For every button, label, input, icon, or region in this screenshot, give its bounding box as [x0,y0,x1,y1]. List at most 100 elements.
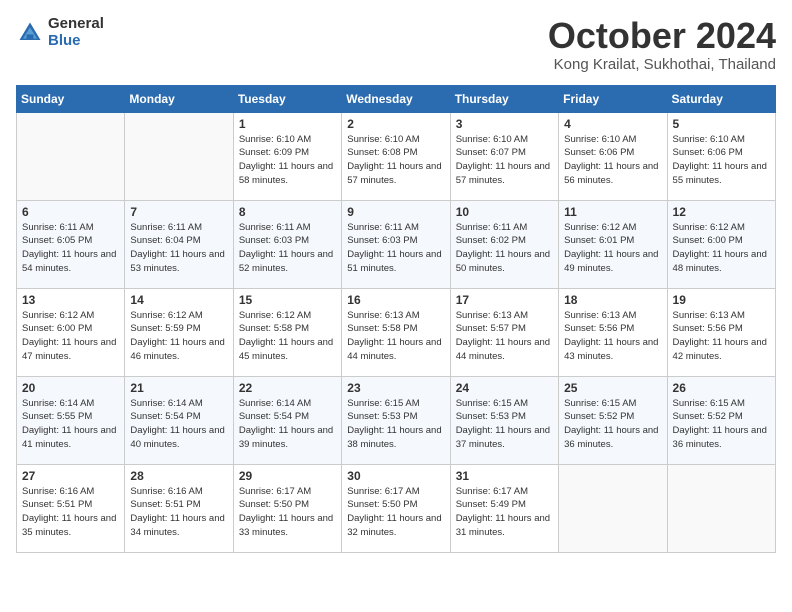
month-title: October 2024 [548,16,776,56]
cell-content: Sunrise: 6:15 AM Sunset: 5:52 PM Dayligh… [564,397,661,452]
calendar-cell: 10 Sunrise: 6:11 AM Sunset: 6:02 PM Dayli… [450,200,558,288]
day-number: 3 [456,117,553,131]
calendar-cell: 9Sunrise: 6:11 AM Sunset: 6:03 PM Daylig… [342,200,450,288]
day-header-wednesday: Wednesday [342,85,450,112]
logo-icon [16,19,44,47]
cell-content: Sunrise: 6:13 AM Sunset: 5:57 PM Dayligh… [456,309,553,364]
logo: General Blue [16,16,104,49]
calendar-cell: 7Sunrise: 6:11 AM Sunset: 6:04 PM Daylig… [125,200,233,288]
calendar-cell [559,464,667,552]
calendar-cell: 8 Sunrise: 6:11 AM Sunset: 6:03 PM Daylig… [233,200,341,288]
calendar-cell: 13 Sunrise: 6:12 AM Sunset: 6:00 PM Dayli… [17,288,125,376]
day-number: 18 [564,293,661,307]
cell-content: Sunrise: 6:11 AM Sunset: 6:02 PM Dayligh… [456,221,553,276]
day-number: 28 [130,469,227,483]
day-number: 10 [456,205,553,219]
day-number: 6 [22,205,119,219]
calendar-cell: 5Sunrise: 6:10 AM Sunset: 6:06 PM Daylig… [667,112,775,200]
calendar-week-row: 20 Sunrise: 6:14 AM Sunset: 5:55 PM Dayli… [17,376,776,464]
day-number: 8 [239,205,336,219]
calendar-cell: 3 Sunrise: 6:10 AM Sunset: 6:07 PM Daylig… [450,112,558,200]
calendar-table: SundayMondayTuesdayWednesdayThursdayFrid… [16,85,776,553]
calendar-cell: 6 Sunrise: 6:11 AM Sunset: 6:05 PM Daylig… [17,200,125,288]
calendar-cell: 22Sunrise: 6:14 AM Sunset: 5:54 PM Dayli… [233,376,341,464]
title-block: October 2024 Kong Krailat, Sukhothai, Th… [548,16,776,73]
cell-content: Sunrise: 6:10 AM Sunset: 6:06 PM Dayligh… [673,133,770,188]
cell-content: Sunrise: 6:12 AM Sunset: 6:00 PM Dayligh… [22,309,119,364]
calendar-cell: 17 Sunrise: 6:13 AM Sunset: 5:57 PM Dayli… [450,288,558,376]
calendar-cell [125,112,233,200]
day-number: 20 [22,381,119,395]
calendar-cell: 1 Sunrise: 6:10 AM Sunset: 6:09 PM Daylig… [233,112,341,200]
cell-content: Sunrise: 6:11 AM Sunset: 6:05 PM Dayligh… [22,221,119,276]
day-header-friday: Friday [559,85,667,112]
calendar-cell: 12Sunrise: 6:12 AM Sunset: 6:00 PM Dayli… [667,200,775,288]
logo-text: General Blue [48,16,104,49]
calendar-week-row: 1 Sunrise: 6:10 AM Sunset: 6:09 PM Daylig… [17,112,776,200]
calendar-cell: 23Sunrise: 6:15 AM Sunset: 5:53 PM Dayli… [342,376,450,464]
cell-content: Sunrise: 6:10 AM Sunset: 6:09 PM Dayligh… [239,133,336,188]
cell-content: Sunrise: 6:12 AM Sunset: 6:01 PM Dayligh… [564,221,661,276]
day-number: 15 [239,293,336,307]
day-number: 16 [347,293,444,307]
day-number: 21 [130,381,227,395]
location-subtitle: Kong Krailat, Sukhothai, Thailand [548,56,776,73]
calendar-cell: 20 Sunrise: 6:14 AM Sunset: 5:55 PM Dayli… [17,376,125,464]
calendar-cell [667,464,775,552]
cell-content: Sunrise: 6:10 AM Sunset: 6:08 PM Dayligh… [347,133,444,188]
cell-content: Sunrise: 6:13 AM Sunset: 5:56 PM Dayligh… [564,309,661,364]
day-number: 30 [347,469,444,483]
calendar-cell: 30Sunrise: 6:17 AM Sunset: 5:50 PM Dayli… [342,464,450,552]
logo-blue: Blue [48,33,104,50]
calendar-cell: 16 Sunrise: 6:13 AM Sunset: 5:58 PM Dayli… [342,288,450,376]
cell-content: Sunrise: 6:12 AM Sunset: 5:58 PM Dayligh… [239,309,336,364]
calendar-week-row: 6 Sunrise: 6:11 AM Sunset: 6:05 PM Daylig… [17,200,776,288]
day-header-monday: Monday [125,85,233,112]
day-number: 31 [456,469,553,483]
day-number: 26 [673,381,770,395]
calendar-cell: 26Sunrise: 6:15 AM Sunset: 5:52 PM Dayli… [667,376,775,464]
calendar-cell: 29 Sunrise: 6:17 AM Sunset: 5:50 PM Dayli… [233,464,341,552]
calendar-header-row: SundayMondayTuesdayWednesdayThursdayFrid… [17,85,776,112]
day-number: 27 [22,469,119,483]
calendar-cell [17,112,125,200]
calendar-cell: 2 Sunrise: 6:10 AM Sunset: 6:08 PM Daylig… [342,112,450,200]
day-header-sunday: Sunday [17,85,125,112]
day-number: 22 [239,381,336,395]
page-header: General Blue October 2024 Kong Krailat, … [16,16,776,73]
cell-content: Sunrise: 6:15 AM Sunset: 5:53 PM Dayligh… [347,397,444,452]
day-number: 13 [22,293,119,307]
calendar-cell: 28Sunrise: 6:16 AM Sunset: 5:51 PM Dayli… [125,464,233,552]
cell-content: Sunrise: 6:15 AM Sunset: 5:53 PM Dayligh… [456,397,553,452]
day-header-saturday: Saturday [667,85,775,112]
day-number: 29 [239,469,336,483]
cell-content: Sunrise: 6:17 AM Sunset: 5:50 PM Dayligh… [239,485,336,540]
day-number: 11 [564,205,661,219]
day-number: 4 [564,117,661,131]
day-number: 19 [673,293,770,307]
day-number: 1 [239,117,336,131]
calendar-cell: 19Sunrise: 6:13 AM Sunset: 5:56 PM Dayli… [667,288,775,376]
cell-content: Sunrise: 6:10 AM Sunset: 6:07 PM Dayligh… [456,133,553,188]
cell-content: Sunrise: 6:10 AM Sunset: 6:06 PM Dayligh… [564,133,661,188]
calendar-cell: 14 Sunrise: 6:12 AM Sunset: 5:59 PM Dayli… [125,288,233,376]
calendar-cell: 18 Sunrise: 6:13 AM Sunset: 5:56 PM Dayli… [559,288,667,376]
calendar-cell: 21Sunrise: 6:14 AM Sunset: 5:54 PM Dayli… [125,376,233,464]
calendar-cell: 4 Sunrise: 6:10 AM Sunset: 6:06 PM Daylig… [559,112,667,200]
day-number: 24 [456,381,553,395]
day-number: 14 [130,293,227,307]
calendar-cell: 25Sunrise: 6:15 AM Sunset: 5:52 PM Dayli… [559,376,667,464]
day-number: 2 [347,117,444,131]
logo-general: General [48,16,104,33]
calendar-week-row: 13 Sunrise: 6:12 AM Sunset: 6:00 PM Dayli… [17,288,776,376]
cell-content: Sunrise: 6:16 AM Sunset: 5:51 PM Dayligh… [22,485,119,540]
cell-content: Sunrise: 6:12 AM Sunset: 5:59 PM Dayligh… [130,309,227,364]
day-header-thursday: Thursday [450,85,558,112]
calendar-cell: 31Sunrise: 6:17 AM Sunset: 5:49 PM Dayli… [450,464,558,552]
cell-content: Sunrise: 6:11 AM Sunset: 6:03 PM Dayligh… [239,221,336,276]
cell-content: Sunrise: 6:13 AM Sunset: 5:58 PM Dayligh… [347,309,444,364]
cell-content: Sunrise: 6:11 AM Sunset: 6:03 PM Dayligh… [347,221,444,276]
day-header-tuesday: Tuesday [233,85,341,112]
day-number: 17 [456,293,553,307]
cell-content: Sunrise: 6:14 AM Sunset: 5:55 PM Dayligh… [22,397,119,452]
